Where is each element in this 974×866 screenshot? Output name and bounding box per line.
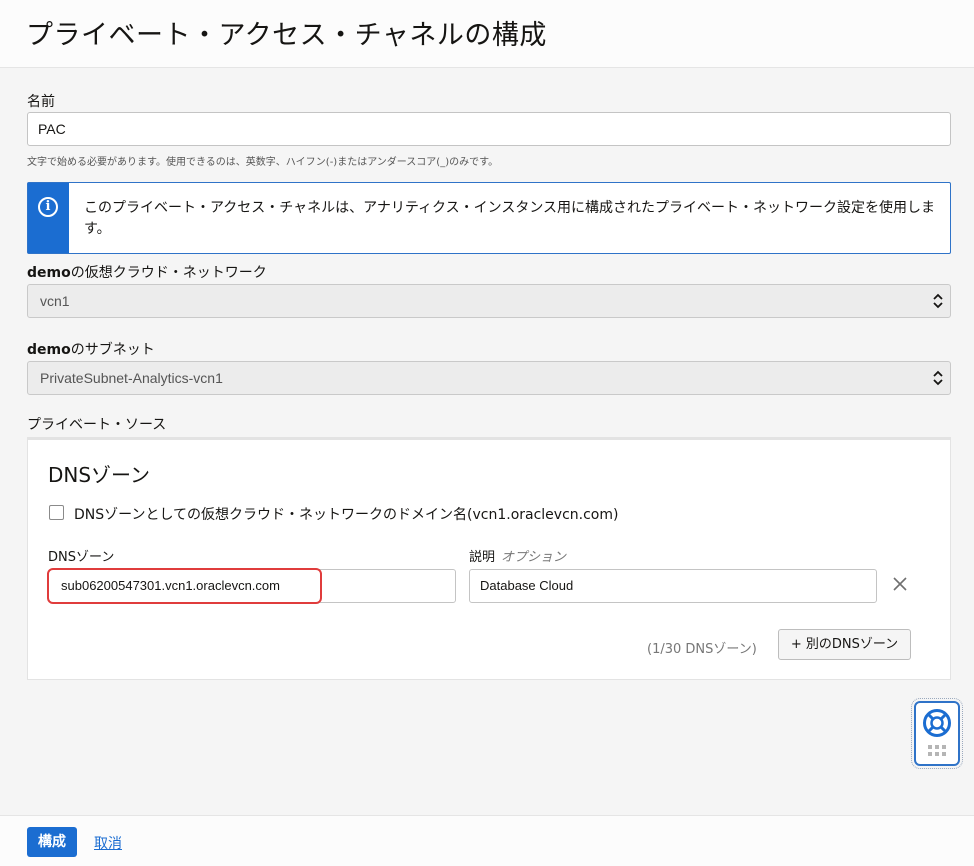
dns-zone-input[interactable]: sub06200547301.vcn1.oraclevcn.com [48, 569, 456, 603]
subnet-label-rest: のサブネット [70, 342, 155, 358]
description-input[interactable]: Database Cloud [469, 569, 877, 603]
description-label-text: 説明 [469, 550, 496, 565]
dns-zone-label: DNSゾーン [48, 550, 115, 565]
dns-zone-panel: DNSゾーン DNSゾーンとしての仮想クラウド・ネットワークのドメイン名(vcn… [27, 437, 951, 680]
info-icon: i [38, 197, 58, 217]
close-icon[interactable] [890, 574, 910, 594]
lifebuoy-icon [923, 709, 951, 756]
updown-chevron-icon [933, 293, 943, 309]
private-source-label: プライベート・ソース [27, 417, 167, 433]
info-bar: i [28, 183, 69, 253]
optional-tag: オプション [501, 550, 567, 565]
vcn-label-bold: demo [27, 265, 71, 281]
page-footer: 構成 取消 [0, 815, 974, 866]
updown-chevron-icon [933, 370, 943, 386]
subnet-select-value: PrivateSubnet-Analytics-vcn1 [40, 370, 223, 386]
name-help-text: 文字で始める必要があります。使用できるのは、英数字、ハイフン(-)またはアンダー… [27, 157, 499, 168]
info-message: このプライベート・アクセス・チャネルは、アナリティクス・インスタンス用に構成され… [84, 200, 936, 237]
info-message-box: i このプライベート・アクセス・チャネルは、アナリティクス・インスタンス用に構成… [27, 182, 951, 254]
page-header: プライベート・アクセス・チャネルの構成 [0, 0, 974, 68]
vcn-select-value: vcn1 [40, 293, 70, 309]
subnet-label-bold: demo [27, 342, 71, 358]
subnet-select[interactable]: PrivateSubnet-Analytics-vcn1 [27, 361, 951, 395]
dns-zone-count: (1/30 DNSゾーン) [647, 642, 757, 657]
configure-button[interactable]: 構成 [27, 827, 77, 857]
vcn-select[interactable]: vcn1 [27, 284, 951, 318]
description-label: 説明 オプション [469, 546, 566, 565]
page-title: プライベート・アクセス・チャネルの構成 [26, 20, 547, 51]
subnet-label: demoのサブネット [27, 339, 155, 359]
help-widget[interactable] [911, 698, 963, 769]
dns-panel-title: DNSゾーン [48, 463, 151, 487]
name-input[interactable]: PAC [27, 112, 951, 146]
vcn-label-rest: の仮想クラウド・ネットワーク [70, 265, 267, 281]
cancel-link[interactable]: 取消 [94, 833, 122, 853]
vcn-label: demoの仮想クラウド・ネットワーク [27, 262, 267, 282]
name-label: 名前 [27, 94, 55, 110]
add-dns-zone-button[interactable]: + 別のDNSゾーン [778, 629, 911, 660]
vcn-domain-checkbox-label: DNSゾーンとしての仮想クラウド・ネットワークのドメイン名(vcn1.oracl… [74, 507, 619, 523]
vcn-domain-checkbox[interactable] [49, 505, 64, 520]
